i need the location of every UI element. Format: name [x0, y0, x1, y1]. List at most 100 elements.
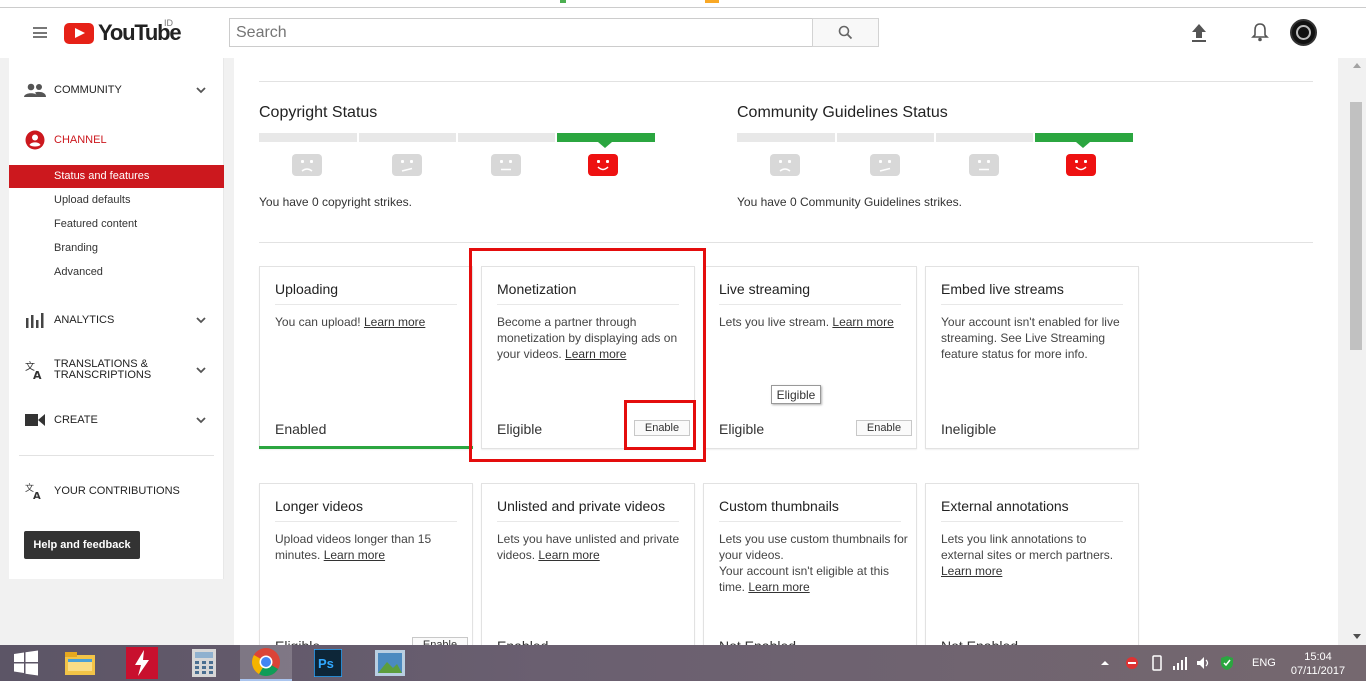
people-icon [24, 80, 46, 100]
search-input[interactable] [229, 18, 813, 47]
sidebar-subitem-status-and-features[interactable]: Status and features [9, 165, 224, 188]
card-status: Not Enabled [941, 638, 1018, 645]
chevron-down-icon[interactable] [196, 315, 206, 325]
neutral-face-icon [969, 154, 999, 176]
chevron-down-icon[interactable] [196, 365, 206, 375]
chevron-down-icon[interactable] [196, 415, 206, 425]
strike-segment [837, 133, 934, 142]
calculator-icon [192, 649, 216, 677]
youtube-logo[interactable]: YouTube ID [64, 18, 182, 45]
logo-country: ID [164, 18, 173, 28]
volume-icon[interactable] [1196, 656, 1212, 670]
card-title: Longer videos [275, 498, 457, 522]
learn-more-link[interactable]: Learn more [941, 564, 1002, 578]
lightning-app-icon [126, 647, 158, 679]
learn-more-link[interactable]: Learn more [748, 580, 809, 594]
strike-segment [737, 133, 835, 142]
taskbar-calculator[interactable] [178, 645, 230, 681]
taskbar-file-explorer[interactable] [54, 645, 106, 681]
chrome-icon [252, 648, 280, 676]
security-shield-icon[interactable] [1220, 655, 1234, 671]
happy-face-icon [588, 154, 618, 176]
start-button[interactable] [0, 645, 52, 681]
learn-more-link[interactable]: Learn more [832, 315, 893, 329]
svg-text:A: A [33, 369, 42, 380]
sidebar-item-channel[interactable]: CHANNEL [9, 125, 224, 155]
show-hidden-icons-icon[interactable] [1100, 658, 1110, 668]
video-camera-icon [24, 410, 46, 430]
taskbar-flash-app[interactable] [116, 645, 168, 681]
card-title: Embed live streams [941, 281, 1123, 305]
search-icon [838, 25, 853, 40]
longer-videos-enable-button[interactable]: Enable [412, 637, 468, 645]
notifications-bell-icon[interactable] [1251, 22, 1269, 42]
happy-face-icon [1066, 154, 1096, 176]
search-button[interactable] [812, 18, 879, 47]
input-language[interactable]: ENG [1252, 657, 1276, 669]
card-description: Lets you live stream. Learn more [719, 315, 894, 329]
svg-text:Ps: Ps [318, 656, 334, 671]
card-description: You can upload! Learn more [275, 315, 426, 329]
status-and-features-panel: Copyright Status You have 0 copyright st… [234, 58, 1338, 645]
feature-card-longer-videos: Longer videos Upload videos longer than … [259, 483, 473, 645]
strike-segment [359, 133, 456, 142]
network-app-icon[interactable] [1124, 655, 1140, 671]
sidebar-subitem-branding[interactable]: Branding [9, 237, 224, 260]
sidebar-item-analytics[interactable]: ANALYTICS [9, 305, 224, 335]
live-streaming-enable-button[interactable]: Enable [856, 420, 912, 436]
card-status: Enabled [497, 638, 548, 645]
page-scrollbar[interactable] [1348, 58, 1366, 645]
masthead: YouTube ID [0, 8, 1366, 58]
menu-icon[interactable] [33, 27, 47, 38]
sidebar-subitem-featured-content[interactable]: Featured content [9, 213, 224, 236]
highlight-box-enable-button [624, 400, 696, 450]
svg-text:A: A [33, 491, 41, 500]
top-strip [0, 0, 1366, 8]
taskbar-photoshop[interactable]: Ps [302, 645, 354, 681]
scroll-down-arrow-icon[interactable] [1353, 634, 1361, 639]
chevron-down-icon[interactable] [196, 85, 206, 95]
upload-icon[interactable] [1190, 23, 1208, 43]
learn-more-link[interactable]: Learn more [324, 548, 385, 562]
feature-card-embed-live-streams: Embed live streams Your account isn't en… [925, 266, 1139, 449]
strip-mark [705, 0, 719, 3]
section-divider [259, 81, 1313, 82]
sidebar-label: COMMUNITY [54, 83, 122, 96]
windows-taskbar: Ps ENG 15:04 07/11/2017 [0, 645, 1366, 681]
bar-chart-icon [24, 310, 46, 330]
windows-logo-icon [14, 650, 38, 676]
help-and-feedback-button[interactable]: Help and feedback [24, 531, 140, 559]
sidebar-item-create[interactable]: CREATE [9, 405, 224, 435]
account-avatar[interactable] [1290, 19, 1317, 46]
translate-icon: 文A [24, 481, 46, 501]
feature-card-custom-thumbnails: Custom thumbnails Lets you use custom th… [703, 483, 917, 645]
strike-segment-current [1035, 133, 1133, 148]
card-description: Lets you have unlisted and private video… [497, 532, 680, 562]
device-icon[interactable] [1150, 655, 1164, 671]
copyright-status-title: Copyright Status [259, 104, 378, 121]
picture-viewer-icon [375, 650, 405, 676]
card-title: Live streaming [719, 281, 901, 305]
scroll-up-arrow-icon[interactable] [1353, 63, 1361, 68]
sidebar-subitem-advanced[interactable]: Advanced [9, 261, 224, 284]
taskbar-clock[interactable]: 15:04 07/11/2017 [1288, 650, 1348, 678]
signal-strength-icon[interactable] [1172, 656, 1188, 670]
copyright-strikes-text: You have 0 copyright strikes. [259, 195, 412, 209]
feature-card-live-streaming: Live streaming Lets you live stream. Lea… [703, 266, 917, 449]
taskbar-chrome[interactable] [240, 645, 292, 681]
community-strikes-text: You have 0 Community Guidelines strikes. [737, 195, 962, 209]
card-description: Your account isn't enabled for live stre… [941, 315, 1120, 361]
sidebar-label: CREATE [54, 413, 98, 426]
learn-more-link[interactable]: Learn more [538, 548, 599, 562]
learn-more-link[interactable]: Learn more [364, 315, 425, 329]
enabled-indicator [259, 446, 473, 449]
sidebar-item-your-contributions[interactable]: 文A YOUR CONTRIBUTIONS [9, 476, 224, 506]
folder-icon [65, 652, 95, 675]
sad-face-icon [292, 154, 322, 176]
sidebar-subitem-upload-defaults[interactable]: Upload defaults [9, 189, 224, 212]
sidebar-item-translations[interactable]: 文A TRANSLATIONS & TRANSCRIPTIONS [9, 355, 224, 385]
scrollbar-thumb[interactable] [1350, 102, 1362, 350]
feature-card-uploading: Uploading You can upload! Learn more Ena… [259, 266, 473, 449]
taskbar-photos[interactable] [364, 645, 416, 681]
sidebar-item-community[interactable]: COMMUNITY [9, 75, 224, 105]
